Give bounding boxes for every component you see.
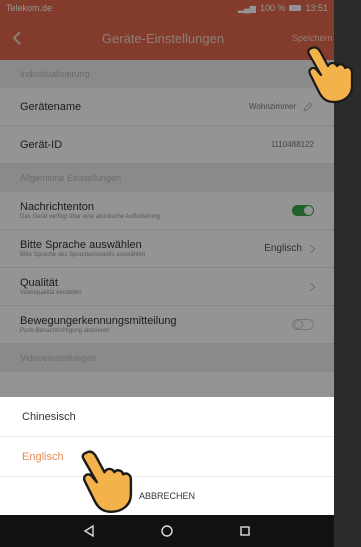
home-circle-icon[interactable] xyxy=(160,524,174,538)
pointing-hand-icon xyxy=(307,46,354,104)
phone-screen: Telekom.de ▂▄▆ 100 % 13:51 Geräte-Einste… xyxy=(0,0,334,547)
option-english[interactable]: Englisch xyxy=(0,437,334,477)
back-triangle-icon[interactable] xyxy=(82,524,96,538)
pointing-hand-icon xyxy=(81,450,133,514)
recents-square-icon[interactable] xyxy=(238,524,252,538)
dim-overlay[interactable] xyxy=(0,0,334,397)
option-chinese[interactable]: Chinesisch xyxy=(0,397,334,437)
android-nav-bar xyxy=(0,515,334,547)
cancel-button[interactable]: ABBRECHEN xyxy=(0,477,334,515)
language-picker-sheet: Chinesisch Englisch ABBRECHEN xyxy=(0,397,334,515)
